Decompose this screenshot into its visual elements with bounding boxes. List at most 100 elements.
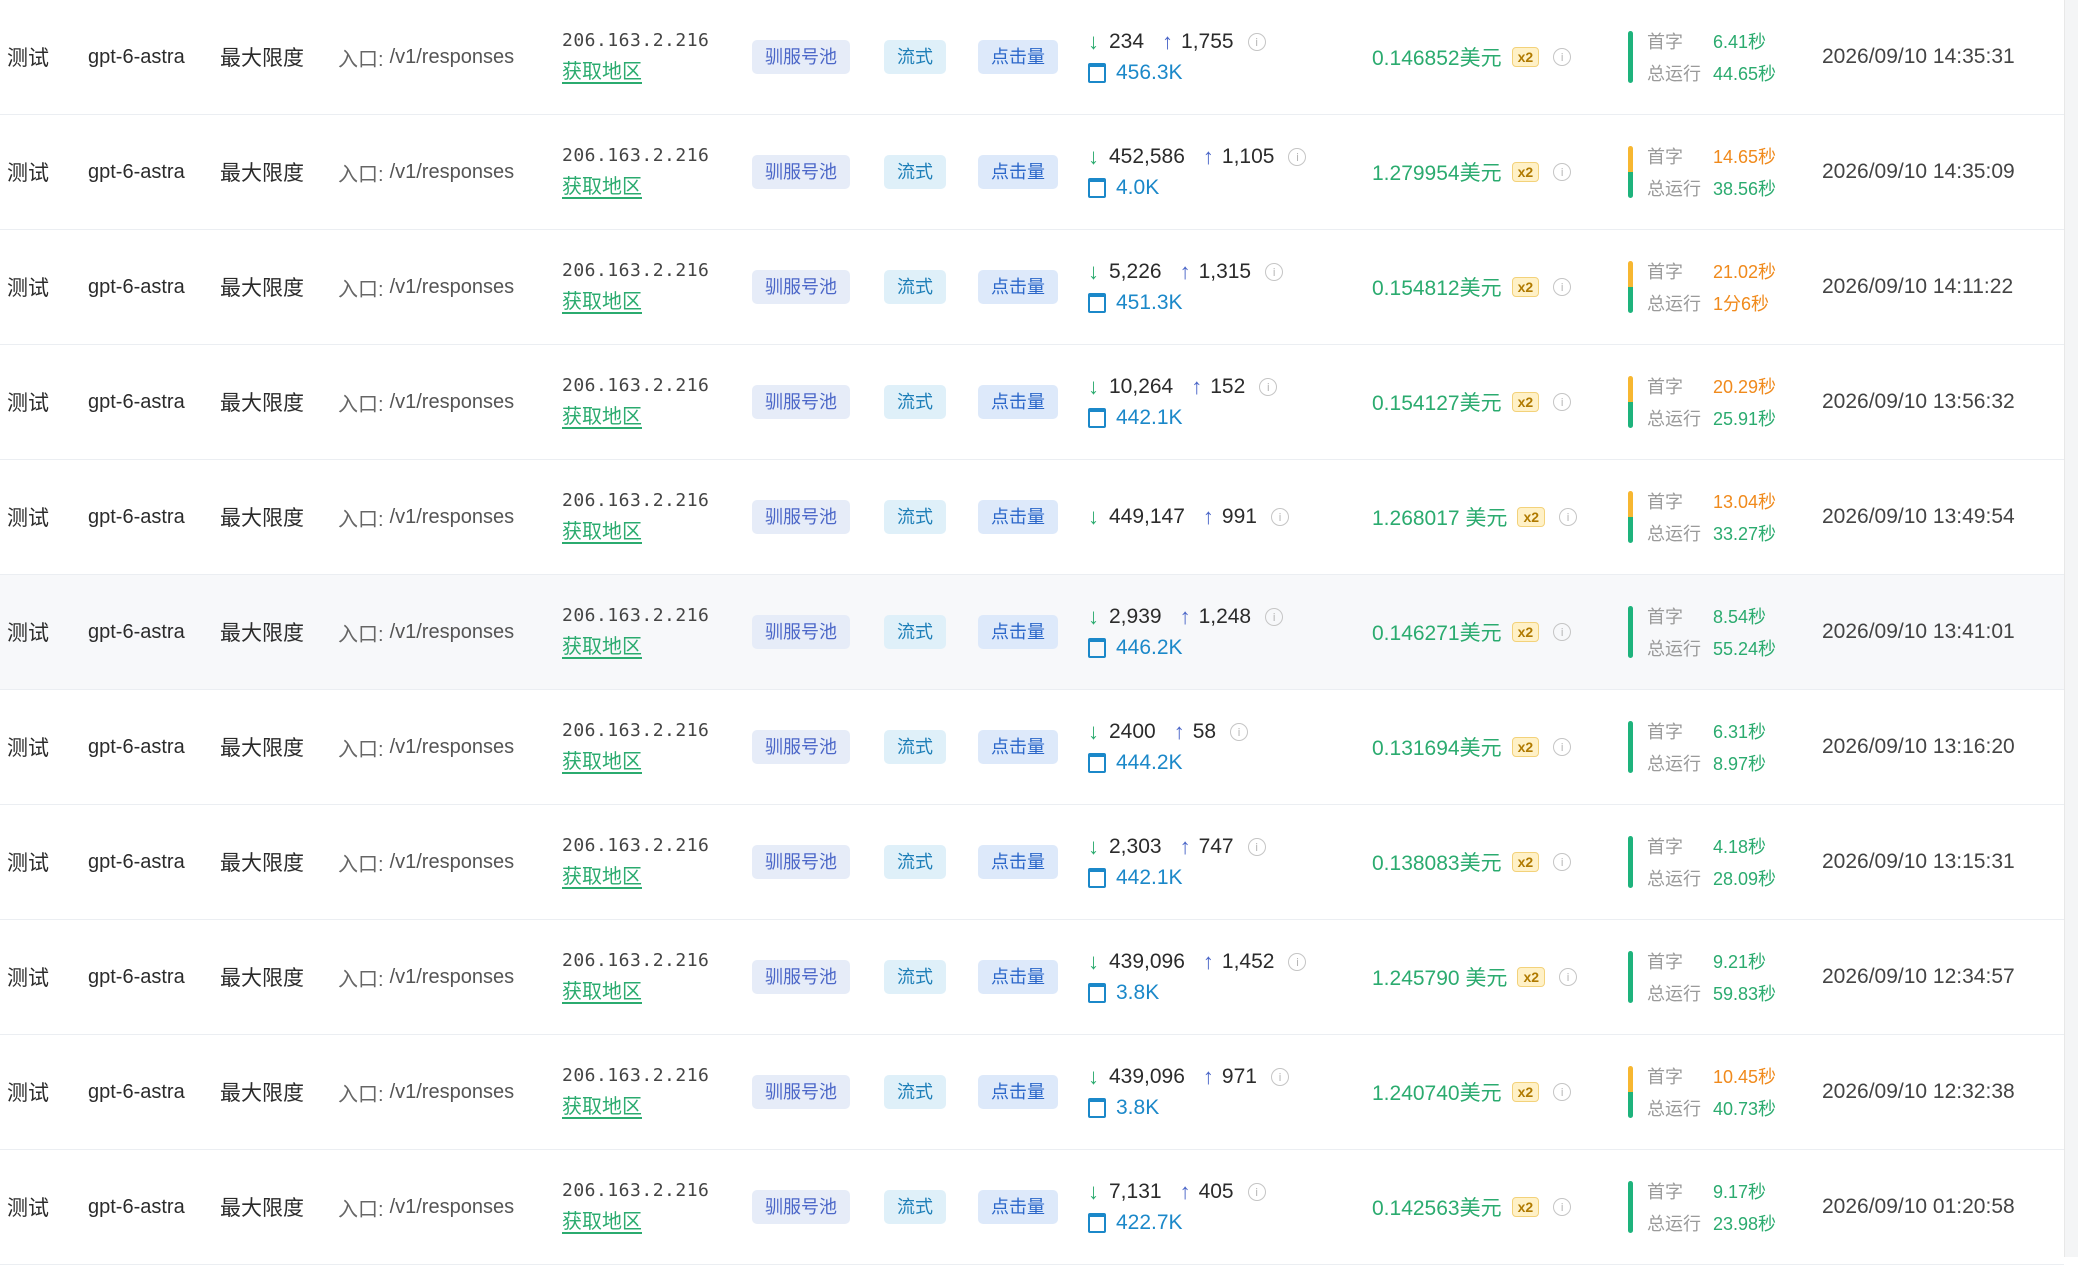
get-region-link[interactable]: 获取地区 [562, 400, 642, 429]
ip-cell: 206.163.2.216 获取地区 [562, 460, 709, 574]
performance-cell: 首字 4.18秒 总运行 28.09秒 [1628, 805, 1776, 919]
reasoning-level: 最大限度 [220, 162, 304, 185]
cache-icon [1088, 638, 1106, 658]
info-icon[interactable]: i [1553, 1083, 1572, 1101]
stream-tag: 流式 [884, 1075, 946, 1109]
speed-indicator-bar [1628, 146, 1633, 198]
multiplier-badge: x2 [1517, 967, 1546, 987]
output-arrow-icon: ↑ [1179, 259, 1191, 284]
cache-line: 3.8K [1088, 981, 1159, 1005]
first-token-label: 首字 [1647, 952, 1683, 972]
info-icon[interactable]: i [1270, 1068, 1289, 1086]
info-icon[interactable]: i [1230, 723, 1249, 741]
first-token-time: 14.65秒 [1713, 147, 1777, 167]
get-region-link[interactable]: 获取地区 [562, 860, 642, 889]
token-counts: ↓ 2400 ↑ 58 i [1088, 719, 1249, 745]
get-region-link[interactable]: 获取地区 [562, 170, 642, 199]
input-arrow-icon: ↓ [1088, 374, 1099, 399]
get-region-link[interactable]: 获取地区 [562, 1205, 642, 1234]
model-name: gpt-6-astra [88, 390, 185, 413]
cache-icon [1088, 408, 1106, 428]
get-region-link[interactable]: 获取地区 [562, 285, 642, 314]
info-icon[interactable]: i [1553, 1198, 1572, 1216]
info-icon[interactable]: i [1259, 378, 1278, 396]
token-name: 测试 [7, 967, 49, 990]
info-icon[interactable]: i [1247, 1183, 1266, 1201]
table-row: 测试 gpt-6-astra 最大限度 入口: /v1/responses 20… [0, 460, 2064, 575]
channel-tag: 驯服号池 [752, 960, 850, 994]
timing-grid: 首字 4.18秒 总运行 28.09秒 [1647, 833, 1776, 891]
speed-indicator-bar [1628, 951, 1633, 1003]
get-region-link[interactable]: 获取地区 [562, 975, 642, 1004]
output-tokens: 1,452 [1221, 950, 1275, 973]
info-icon[interactable]: i [1553, 623, 1572, 641]
multiplier-badge: x2 [1511, 1082, 1540, 1102]
multiplier-badge: x2 [1511, 392, 1540, 412]
cache-icon [1088, 753, 1106, 773]
output-arrow-icon: ↑ [1179, 1179, 1191, 1204]
info-icon[interactable]: i [1270, 508, 1289, 526]
cost-cell: 0.146271美元 x2 i [1372, 575, 1572, 689]
clicks-tag: 点击量 [978, 845, 1058, 879]
model-name: gpt-6-astra [88, 275, 185, 298]
timestamp: 2026/09/10 13:16:20 [1822, 735, 2015, 758]
tokens-cell: ↓ 439,096 ↑ 1,452 i 3.8K [1088, 920, 1307, 1034]
info-icon[interactable]: i [1553, 393, 1572, 411]
cache-icon [1088, 178, 1106, 198]
stream-tag: 流式 [884, 40, 946, 74]
output-arrow-icon: ↑ [1173, 719, 1185, 744]
channel-tag: 驯服号池 [752, 385, 850, 419]
timestamp: 2026/09/10 13:15:31 [1822, 850, 2015, 873]
info-icon[interactable]: i [1288, 148, 1307, 166]
get-region-link[interactable]: 获取地区 [562, 630, 642, 659]
info-icon[interactable]: i [1559, 968, 1578, 986]
get-region-link[interactable]: 获取地区 [562, 745, 642, 774]
timestamp: 2026/09/10 14:35:09 [1822, 160, 2015, 183]
info-icon[interactable]: i [1247, 838, 1266, 856]
clicks-tag: 点击量 [978, 385, 1058, 419]
get-region-link[interactable]: 获取地区 [562, 1090, 642, 1119]
output-tokens: 405 [1198, 1180, 1234, 1203]
table-row: 测试 gpt-6-astra 最大限度 入口: /v1/responses 20… [0, 0, 2064, 115]
token-name: 测试 [7, 622, 49, 645]
tokens-cell: ↓ 5,226 ↑ 1,315 i 451.3K [1088, 230, 1284, 344]
timestamp: 2026/09/10 01:20:58 [1822, 1195, 2015, 1218]
total-run-time: 44.65秒 [1713, 64, 1777, 84]
channel-tag: 驯服号池 [752, 155, 850, 189]
info-icon[interactable]: i [1553, 738, 1572, 756]
entry-label: 入口: [338, 393, 384, 416]
entry-path: /v1/responses [389, 1195, 515, 1218]
info-icon[interactable]: i [1265, 263, 1284, 281]
timing-grid: 首字 9.17秒 总运行 23.98秒 [1647, 1178, 1776, 1236]
first-token-time: 8.54秒 [1713, 607, 1767, 627]
cost-value: 0.154127美元 [1372, 392, 1502, 415]
first-token-label: 首字 [1647, 32, 1683, 52]
input-tokens: 439,096 [1109, 1065, 1185, 1088]
token-name: 测试 [7, 162, 49, 185]
channel-tag: 驯服号池 [752, 1075, 850, 1109]
reasoning-level: 最大限度 [220, 507, 304, 530]
info-icon[interactable]: i [1559, 508, 1578, 526]
entry-path: /v1/responses [389, 850, 515, 873]
cache-line: 3.8K [1088, 1096, 1159, 1120]
vertical-scrollbar[interactable] [2064, 0, 2078, 1257]
get-region-link[interactable]: 获取地区 [562, 55, 642, 84]
info-icon[interactable]: i [1247, 33, 1266, 51]
ip-cell: 206.163.2.216 获取地区 [562, 230, 709, 344]
info-icon[interactable]: i [1553, 278, 1572, 296]
info-icon[interactable]: i [1553, 853, 1572, 871]
get-region-link[interactable]: 获取地区 [562, 515, 642, 544]
ip-address: 206.163.2.216 [562, 1180, 710, 1201]
cost-value: 1.240740美元 [1372, 1082, 1502, 1105]
token-counts: ↓ 7,131 ↑ 405 i [1088, 1179, 1266, 1205]
info-icon[interactable]: i [1265, 608, 1284, 626]
info-icon[interactable]: i [1553, 163, 1572, 181]
entry-endpoint: 入口: /v1/responses [338, 575, 514, 689]
info-icon[interactable]: i [1553, 48, 1572, 66]
model-name: gpt-6-astra [88, 965, 185, 988]
tokens-cell: ↓ 439,096 ↑ 971 i 3.8K [1088, 1035, 1289, 1149]
entry-endpoint: 入口: /v1/responses [338, 1150, 514, 1264]
total-run-time: 59.83秒 [1713, 984, 1777, 1004]
info-icon[interactable]: i [1288, 953, 1307, 971]
reasoning-level: 最大限度 [220, 622, 304, 645]
